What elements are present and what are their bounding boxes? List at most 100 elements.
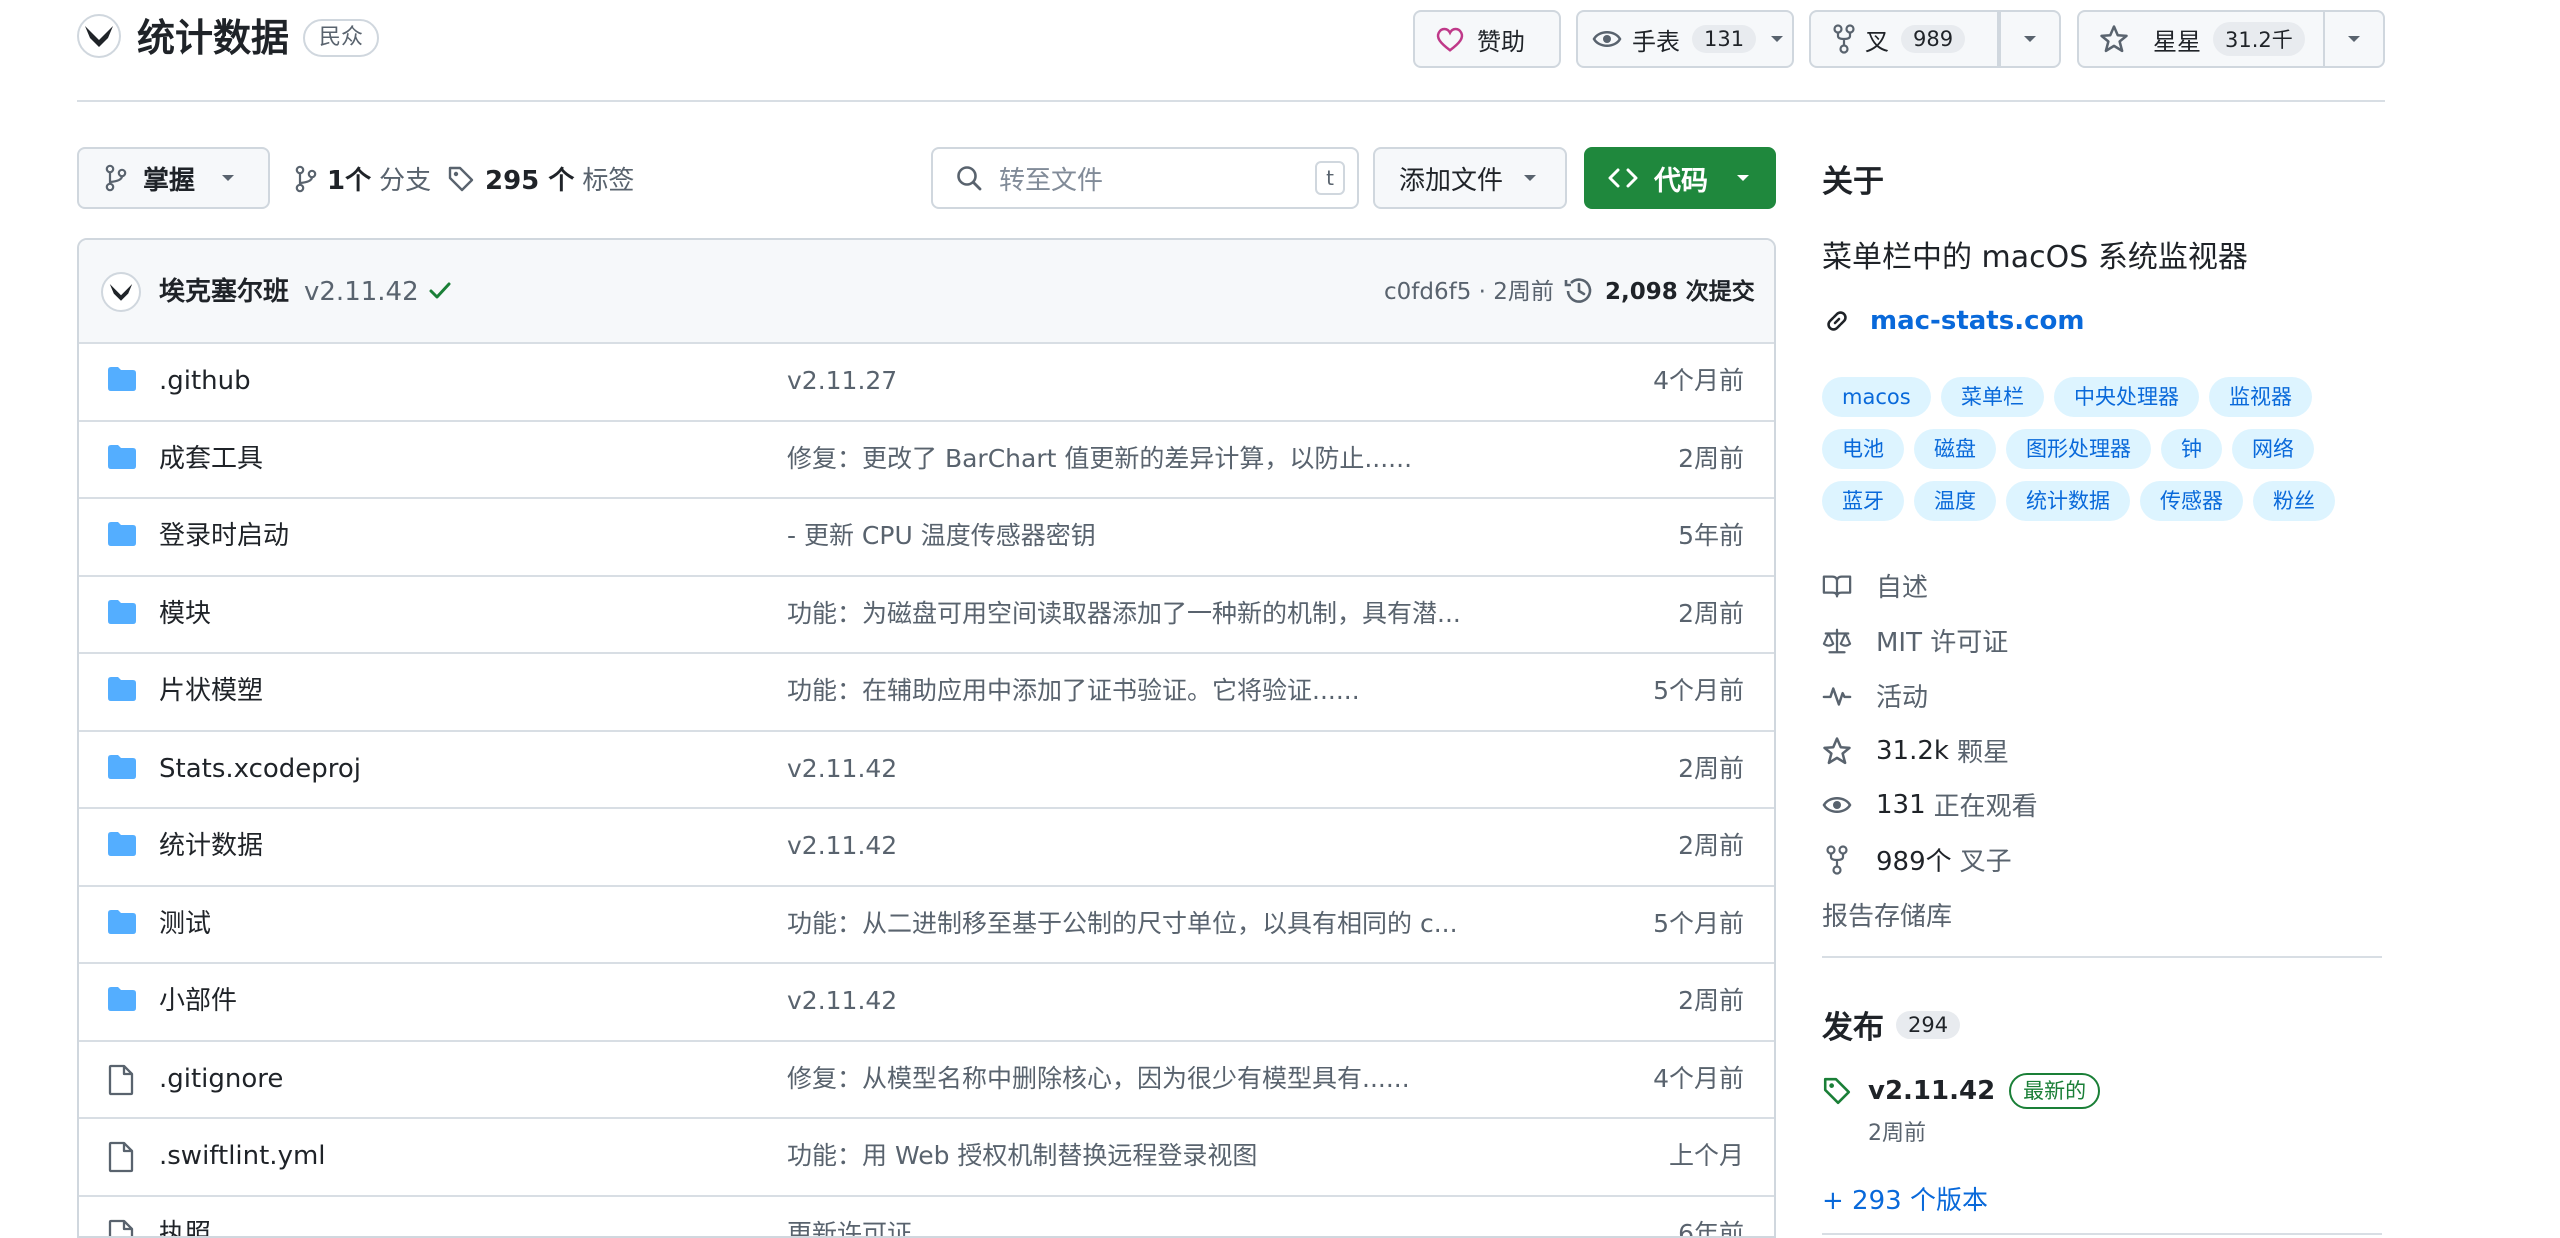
file-commit-message[interactable]: 功能：在辅助应用中添加了证书验证。它将验证...... — [787, 654, 1360, 728]
topic-tag[interactable]: 网络 — [2232, 429, 2314, 469]
forks-count: 989个 — [1876, 841, 1952, 878]
file-name[interactable]: Stats.xcodeproj — [159, 732, 361, 806]
file-row[interactable]: 登录时启动- 更新 CPU 温度传感器密钥5年前 — [79, 497, 1774, 574]
file-row[interactable]: .githubv2.11.274个月前 — [79, 342, 1774, 419]
file-row[interactable]: .swiftlint.yml功能：用 Web 授权机制替换远程登录视图上个月 — [79, 1117, 1774, 1194]
readme-label: 自述 — [1876, 567, 1928, 604]
latest-release-version[interactable]: v2.11.42 — [1868, 1076, 1995, 1106]
latest-release-time: 2周前 — [1868, 1115, 1926, 1147]
star-button[interactable]: 星星 31.2千 — [2077, 10, 2325, 68]
latest-release[interactable]: v2.11.42 最新的 — [1822, 1073, 2100, 1109]
topic-tag[interactable]: 监视器 — [2209, 377, 2312, 417]
file-row[interactable]: 模块功能：为磁盘可用空间读取器添加了一种新的机制，具有潜...2周前 — [79, 575, 1774, 652]
report-repository-link[interactable]: 报告存储库 — [1822, 896, 1952, 933]
branch-select-button[interactable]: 掌握 — [77, 147, 270, 209]
topic-tag[interactable]: 传感器 — [2140, 481, 2243, 521]
more-releases-link[interactable]: + 293 个版本 — [1822, 1180, 1988, 1217]
activity-link[interactable]: 活动 — [1822, 677, 1928, 714]
topic-tag[interactable]: 磁盘 — [1914, 429, 1996, 469]
folder-icon — [107, 521, 137, 547]
watchers-link[interactable]: 131 正在观看 — [1822, 786, 2038, 823]
file-commit-message[interactable]: v2.11.42 — [787, 809, 897, 883]
search-placeholder: 转至文件 — [999, 160, 1103, 197]
commit-author[interactable]: 埃克塞尔班 — [159, 270, 289, 314]
branches-link[interactable]: 1个 分支 — [295, 160, 431, 197]
go-to-file-input[interactable]: 转至文件 t — [931, 147, 1359, 209]
file-row[interactable]: 成套工具修复：更改了 BarChart 值更新的差异计算，以防止......2周… — [79, 420, 1774, 497]
topic-tag[interactable]: 粉丝 — [2253, 481, 2335, 521]
file-row[interactable]: 片状模塑 功能：在辅助应用中添加了证书验证。它将验证...... 5个月前 — [79, 652, 1774, 729]
file-commit-message[interactable]: 更新许可证 — [787, 1197, 912, 1238]
file-row[interactable]: 统计数据v2.11.422周前 — [79, 807, 1774, 884]
forks-link[interactable]: 989个 叉子 — [1822, 841, 2012, 878]
file-name[interactable]: .gitignore — [159, 1042, 283, 1116]
file-commit-message[interactable]: - 更新 CPU 温度传感器密钥 — [787, 499, 1096, 573]
file-commit-message[interactable]: 功能：用 Web 授权机制替换远程登录视图 — [787, 1119, 1257, 1193]
file-commit-message[interactable]: 修复：更改了 BarChart 值更新的差异计算，以防止...... — [787, 422, 1412, 496]
watch-button[interactable]: 手表 131 — [1576, 10, 1794, 68]
eye-icon — [1592, 28, 1622, 50]
commit-hash-time[interactable]: c0fd6f5 · 2周前 — [1384, 270, 1554, 314]
add-file-button[interactable]: 添加文件 — [1373, 147, 1567, 209]
sponsor-button[interactable]: 赞助 — [1413, 10, 1561, 68]
check-icon[interactable] — [427, 278, 453, 304]
star-count: 31.2千 — [2213, 22, 2305, 56]
commit-count[interactable]: 2,098 次提交 — [1605, 270, 1755, 314]
releases-title: 发布 — [1822, 1002, 1884, 1047]
commit-message[interactable]: v2.11.42 — [304, 270, 419, 314]
tags-link[interactable]: 295 个 标签 — [447, 160, 634, 197]
fork-button[interactable]: 叉 989 — [1809, 10, 1999, 68]
file-commit-message[interactable]: v2.11.42 — [787, 732, 897, 806]
file-row[interactable]: Stats.xcodeprojv2.11.422周前 — [79, 730, 1774, 807]
file-row[interactable]: 小部件 v2.11.42 2周前 — [79, 962, 1774, 1039]
file-name[interactable]: 测试 — [159, 887, 211, 961]
sponsor-label: 赞助 — [1477, 22, 1525, 57]
file-commit-message[interactable]: 功能：为磁盘可用空间读取器添加了一种新的机制，具有潜... — [787, 577, 1461, 651]
file-commit-time: 2周前 — [1678, 964, 1744, 1038]
repo-name[interactable]: 统计数据 — [137, 12, 289, 64]
file-row[interactable]: 测试功能：从二进制移至基于公制的尺寸单位，以具有相同的 c...5个月前 — [79, 885, 1774, 962]
repo-description: 菜单栏中的 macOS 系统监视器 — [1822, 232, 2248, 276]
file-commit-message[interactable]: v2.11.27 — [787, 344, 897, 418]
file-commit-time: 5个月前 — [1653, 654, 1744, 728]
website-link[interactable]: mac-stats.com — [1822, 306, 2084, 336]
folder-icon — [107, 986, 137, 1012]
file-name[interactable]: .github — [159, 344, 251, 418]
topic-tag[interactable]: 统计数据 — [2006, 481, 2130, 521]
topic-tag[interactable]: 电池 — [1822, 429, 1904, 469]
topic-tag[interactable]: 钟 — [2161, 429, 2222, 469]
fork-dropdown-button[interactable] — [1999, 10, 2061, 68]
license-link[interactable]: MIT 许可证 — [1822, 622, 2008, 659]
file-name[interactable]: .swiftlint.yml — [159, 1119, 326, 1193]
report-label: 报告存储库 — [1822, 896, 1952, 933]
topic-tag[interactable]: 蓝牙 — [1822, 481, 1904, 521]
file-name[interactable]: 小部件 — [159, 964, 237, 1038]
commit-author-avatar[interactable] — [101, 272, 141, 312]
topic-tag[interactable]: 菜单栏 — [1941, 377, 2044, 417]
file-row[interactable]: 执照更新许可证6年前 — [79, 1195, 1774, 1238]
file-name[interactable]: 片状模塑 — [159, 654, 263, 728]
file-commit-message[interactable]: v2.11.42 — [787, 964, 897, 1038]
topic-tag[interactable]: 中央处理器 — [2054, 377, 2199, 417]
folder-icon — [107, 831, 137, 857]
topic-tag[interactable]: 温度 — [1914, 481, 1996, 521]
folder-icon — [107, 754, 137, 780]
file-commit-message[interactable]: 修复：从模型名称中删除核心，因为很少有模型具有...... — [787, 1042, 1410, 1116]
about-heading: 关于 — [1822, 156, 1884, 201]
code-button[interactable]: 代码 — [1584, 147, 1776, 209]
star-dropdown-button[interactable] — [2323, 10, 2385, 68]
topic-tag[interactable]: 图形处理器 — [2006, 429, 2151, 469]
topic-tag[interactable]: macos — [1822, 377, 1931, 417]
releases-heading[interactable]: 发布 294 — [1822, 1002, 1960, 1047]
file-name[interactable]: 执照 — [159, 1197, 211, 1238]
repo-owner-avatar[interactable] — [77, 14, 121, 58]
file-name[interactable]: 模块 — [159, 577, 211, 651]
chevron-down-icon[interactable] — [1770, 34, 1784, 44]
file-name[interactable]: 登录时启动 — [159, 499, 289, 573]
file-row[interactable]: .gitignore修复：从模型名称中删除核心，因为很少有模型具有......4… — [79, 1040, 1774, 1117]
file-name[interactable]: 统计数据 — [159, 809, 263, 883]
file-name[interactable]: 成套工具 — [159, 422, 263, 496]
file-commit-message[interactable]: 功能：从二进制移至基于公制的尺寸单位，以具有相同的 c... — [787, 887, 1458, 961]
stars-link[interactable]: 31.2k 颗星 — [1822, 732, 2009, 769]
readme-link[interactable]: 自述 — [1822, 567, 1928, 604]
